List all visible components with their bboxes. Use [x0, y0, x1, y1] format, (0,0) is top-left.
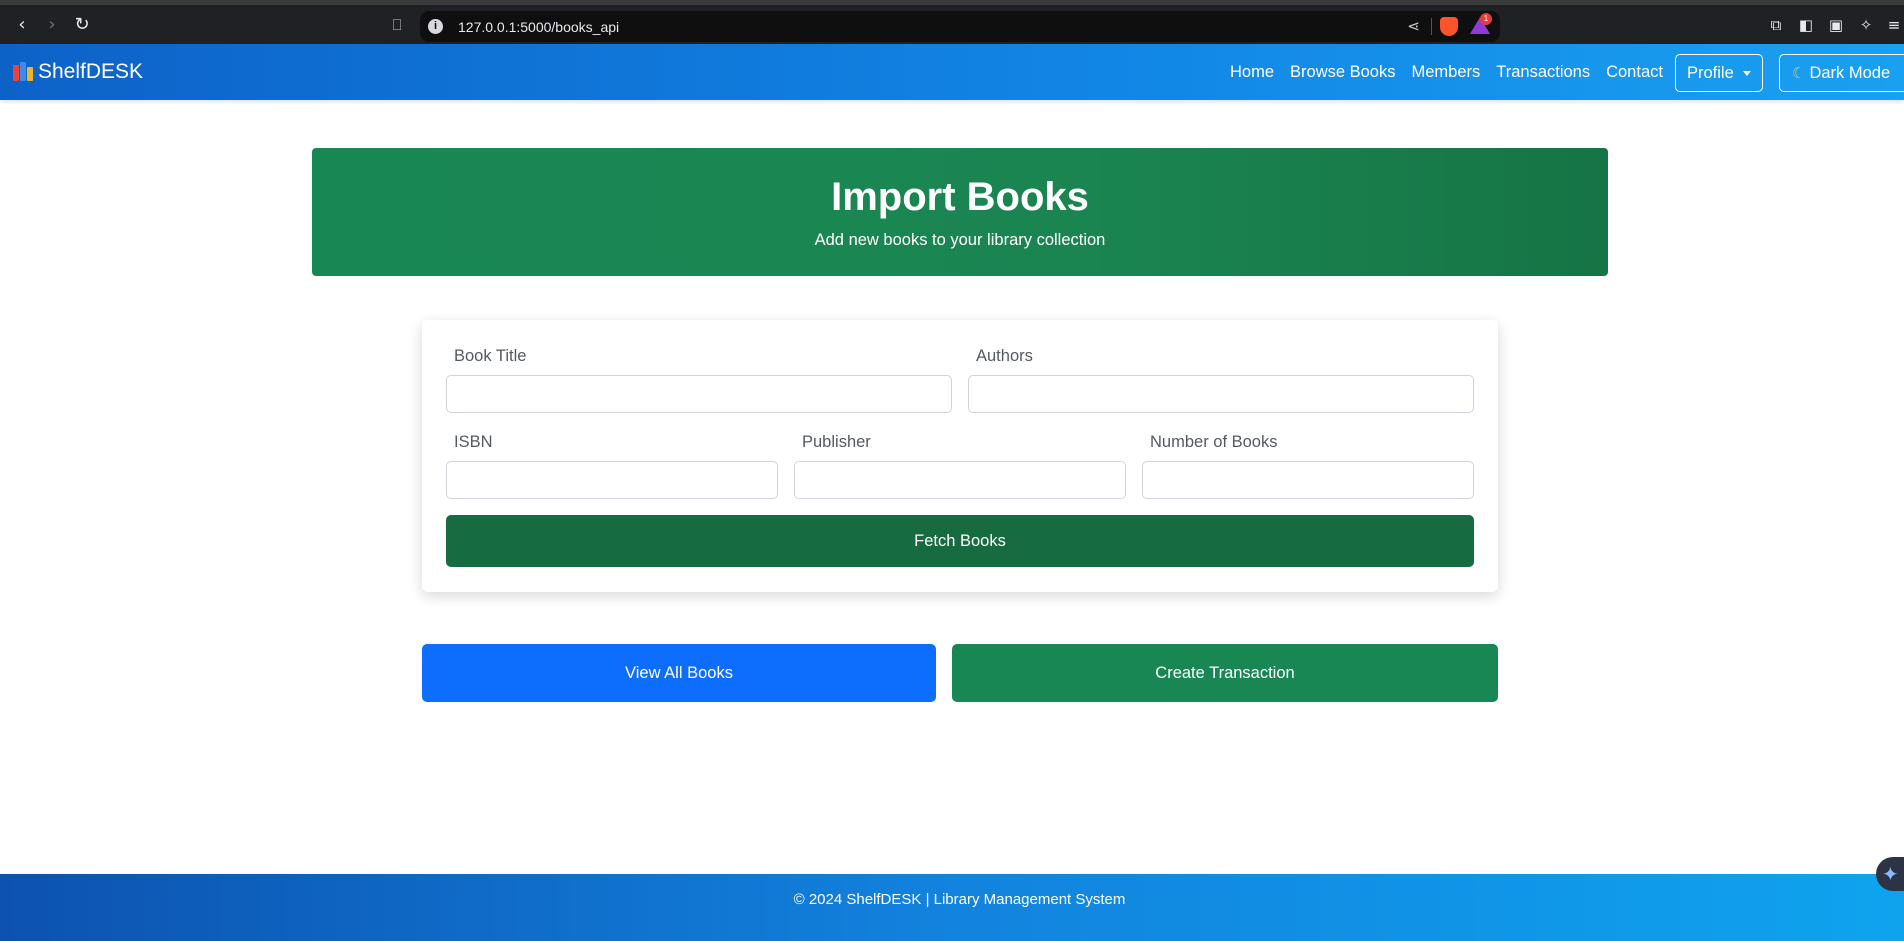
reload-icon[interactable]: ↻ — [72, 15, 92, 35]
leo-ai-icon[interactable]: ✧ — [1856, 15, 1876, 35]
page-footer: © 2024 ShelfDESK | Library Management Sy… — [0, 874, 1904, 941]
nav-link-contact[interactable]: Contact — [1606, 62, 1663, 82]
create-transaction-button[interactable]: Create Transaction — [952, 644, 1498, 702]
url-text[interactable]: 127.0.0.1:5000/books_api — [458, 19, 619, 35]
brand-logo[interactable]: ShelfDESK — [12, 58, 143, 86]
extensions-icon[interactable]: ⧉ — [1766, 15, 1786, 35]
number-of-books-label: Number of Books — [1150, 433, 1278, 451]
authors-input[interactable] — [968, 375, 1474, 413]
profile-label: Profile — [1687, 64, 1734, 82]
import-form-card: Book Title Authors ISBN Publisher Number… — [422, 320, 1498, 592]
nav-link-browse-books[interactable]: Browse Books — [1290, 62, 1395, 82]
back-icon[interactable]: ‹ — [12, 15, 32, 35]
menu-icon[interactable]: ≡ — [1884, 15, 1904, 35]
number-of-books-input[interactable] — [1142, 461, 1474, 499]
profile-dropdown-button[interactable]: Profile — [1675, 54, 1763, 92]
assistant-button[interactable]: ✦ — [1876, 857, 1904, 891]
browser-toolbar: ‹ › ↻ ⎕ i 127.0.0.1:5000/books_api ⋖ 1 ⧉… — [0, 0, 1904, 44]
nav-link-home[interactable]: Home — [1230, 62, 1274, 82]
moon-icon: ☾ — [1792, 64, 1806, 82]
import-books-banner: Import Books Add new books to your libra… — [312, 148, 1608, 276]
rewards-badge: 1 — [1480, 13, 1492, 25]
nav-link-transactions[interactable]: Transactions — [1496, 62, 1590, 82]
top-navbar: ShelfDESK Home Browse Books Members Tran… — [0, 44, 1904, 100]
fetch-books-button[interactable]: Fetch Books — [446, 515, 1474, 567]
publisher-label: Publisher — [802, 433, 871, 451]
authors-label: Authors — [976, 347, 1033, 365]
brave-shields-icon[interactable] — [1440, 17, 1458, 36]
footer-copyright: © 2024 ShelfDESK | Library Management Sy… — [793, 891, 1126, 908]
bookmark-icon[interactable]: ⎕ — [388, 15, 406, 35]
share-icon[interactable]: ⋖ — [1407, 17, 1420, 35]
wallet-icon[interactable]: ▣ — [1826, 15, 1846, 35]
page-title: Import Books — [831, 175, 1089, 219]
address-divider — [1431, 18, 1432, 35]
sidebar-icon[interactable]: ◧ — [1796, 15, 1816, 35]
book-title-input[interactable] — [446, 375, 952, 413]
page-subtitle: Add new books to your library collection — [814, 231, 1106, 249]
dark-mode-label: Dark Mode — [1809, 64, 1891, 82]
forward-icon[interactable]: › — [42, 15, 62, 35]
caret-down-icon — [1743, 71, 1751, 76]
publisher-input[interactable] — [794, 461, 1126, 499]
isbn-input[interactable] — [446, 461, 778, 499]
book-title-label: Book Title — [454, 347, 527, 365]
site-info-icon[interactable]: i — [428, 19, 443, 34]
view-all-books-button[interactable]: View All Books — [422, 644, 936, 702]
sparkle-icon: ✦ — [1882, 862, 1899, 886]
books-icon — [12, 61, 36, 83]
brand-name: ShelfDESK — [38, 60, 144, 83]
address-bar[interactable]: i 127.0.0.1:5000/books_api ⋖ 1 — [420, 11, 1500, 42]
nav-links: Home Browse Books Members Transactions C… — [1230, 62, 1679, 82]
isbn-label: ISBN — [454, 433, 493, 451]
dark-mode-toggle[interactable]: ☾ Dark Mode — [1779, 54, 1904, 92]
nav-link-members[interactable]: Members — [1411, 62, 1480, 82]
